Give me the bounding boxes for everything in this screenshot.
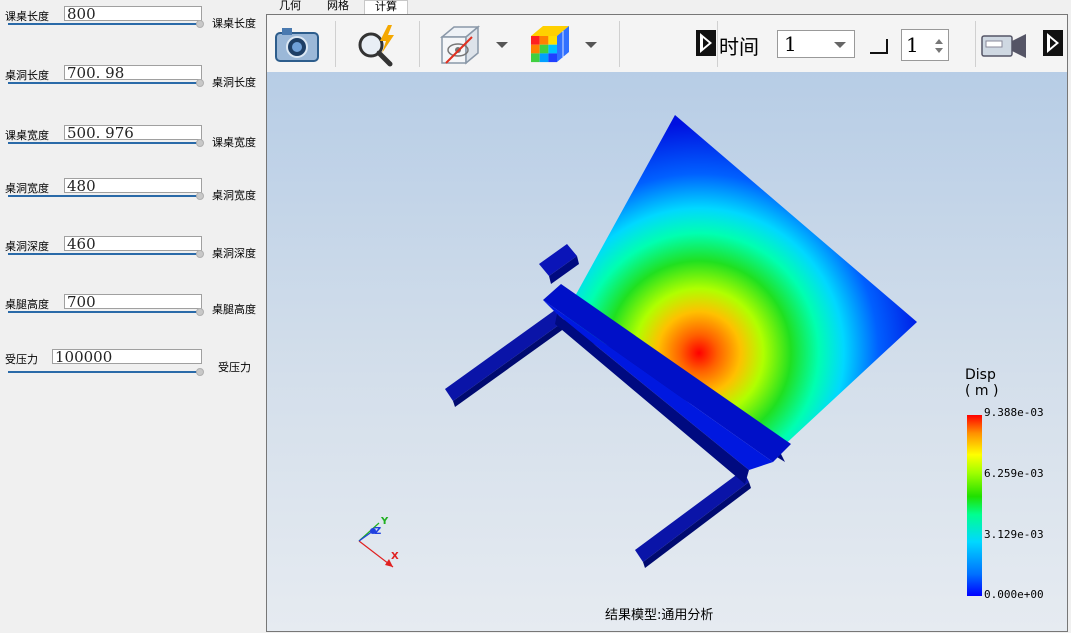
param-tail-label: 桌腿高度 [212,303,256,316]
param-hole-length: 桌洞长度 700. 98 桌洞长度 [0,65,265,107]
toolbar-separator [419,21,420,67]
param-label: 桌洞宽度 [5,182,49,195]
color-legend-bar [967,415,982,596]
param-label: 课桌长度 [5,10,49,23]
param-label: 桌洞深度 [5,240,49,253]
tab-mesh[interactable]: 网格 [318,0,358,14]
pressure-slider[interactable] [8,368,204,376]
legend-tick: 6.259e-03 [984,467,1044,480]
video-camera-icon [981,34,1026,58]
toolbar-separator [717,21,718,67]
slider-handle[interactable] [196,192,204,200]
quick-search-button[interactable] [353,22,403,68]
step-icon [870,39,888,54]
hole-depth-slider[interactable] [8,250,204,258]
chevron-down-icon[interactable] [585,42,597,48]
slider-handle[interactable] [196,79,204,87]
tab-geometry[interactable]: 几何 [272,0,308,14]
legend-tick: 3.129e-03 [984,528,1044,541]
param-hole-depth: 桌洞深度 460 桌洞深度 [0,236,265,278]
legend-tick-min: 0.000e+00 [984,588,1044,601]
param-tail-label: 课桌宽度 [212,136,256,149]
param-tail-label: 桌洞深度 [212,247,256,260]
slider-handle[interactable] [196,20,204,28]
spin-up-icon[interactable] [935,39,943,44]
param-tail-label: 受压力 [218,361,251,374]
axis-triad: Y Z X [358,516,399,568]
desk-length-slider[interactable] [8,20,204,28]
leg-height-slider[interactable] [8,308,204,316]
param-label: 桌腿高度 [5,298,49,311]
toolbar-separator [975,21,976,67]
toolbar: 时间 1 1 [267,15,1067,73]
slider-handle[interactable] [196,308,204,316]
param-leg-height: 桌腿高度 700 桌腿高度 [0,294,265,336]
toolbar-separator [619,21,620,67]
record-button[interactable] [979,27,1029,63]
param-tail-label: 桌洞宽度 [212,189,256,202]
param-label: 受压力 [5,353,38,366]
tab-compute[interactable]: 计算 [364,0,408,14]
leg-height-input[interactable]: 700 [64,294,202,309]
slider-handle[interactable] [196,250,204,258]
chevron-down-icon[interactable] [834,42,846,48]
pressure-input[interactable]: 100000 [52,349,202,364]
more-button[interactable] [1042,29,1064,57]
hole-depth-input[interactable]: 460 [64,236,202,251]
param-tail-label: 桌洞长度 [212,76,256,89]
color-cube-icon [531,26,569,63]
legend-tick-max: 9.388e-03 [984,406,1044,419]
param-tail-label: 课桌长度 [212,17,256,30]
x-axis-label: X [391,551,399,562]
chevron-down-icon[interactable] [496,42,508,48]
desk-leg [445,310,563,401]
3d-viewport[interactable]: Y Z X Disp ( m ) 9.388e-03 6.259e-03 3.1… [267,72,1067,631]
expand-arrow-icon [1043,30,1063,56]
expand-arrow-icon [696,30,716,56]
main-frame: 时间 1 1 Y Z X Disp (m) 9.388e-03 6.259e… [266,14,1068,632]
hole-length-input[interactable]: 700. 98 [64,65,202,80]
legend-title-main: Disp [965,367,996,383]
expand-button[interactable] [695,29,717,57]
step-value: 1 [906,33,919,57]
time-select-value: 1 [784,32,797,56]
camera-icon [275,28,319,62]
param-desk-length: 课桌长度 800 课桌长度 [0,6,265,48]
slider-handle[interactable] [196,139,204,147]
desktop-contour [563,115,917,450]
param-label: 课桌宽度 [5,129,49,142]
contour-button[interactable] [525,21,575,69]
desk-leg [635,470,749,562]
step-spinbox[interactable]: 1 [901,29,949,61]
param-pressure: 受压力 100000 受压力 [0,349,265,391]
hide-box-icon [439,25,481,65]
desk-leg-side [453,322,565,407]
legend-title-unit: ( m ) [965,383,999,399]
param-desk-width: 课桌宽度 500. 976 课桌宽度 [0,125,265,167]
slider-handle[interactable] [196,368,204,376]
time-select[interactable]: 1 [777,30,855,58]
time-label: 时间 [719,35,759,59]
spin-down-icon[interactable] [935,48,943,53]
y-axis-label: Y [380,516,389,527]
toolbar-separator [335,21,336,67]
z-axis-label: Z [374,526,381,537]
desk-width-slider[interactable] [8,139,204,147]
hole-width-slider[interactable] [8,192,204,200]
param-hole-width: 桌洞宽度 480 桌洞宽度 [0,178,265,220]
result-model-caption: 结果模型:通用分析 [605,608,714,623]
desk-leg-side [643,482,751,568]
screenshot-button[interactable] [273,24,321,64]
hide-object-button[interactable] [435,22,485,68]
legend-title: Disp ( m ) [965,367,998,399]
search-lightning-icon [358,25,394,67]
hole-width-input[interactable]: 480 [64,178,202,193]
desk-width-input[interactable]: 500. 976 [64,125,202,140]
hole-length-slider[interactable] [8,79,204,87]
desk-length-input[interactable]: 800 [64,6,202,21]
param-label: 桌洞长度 [5,69,49,82]
